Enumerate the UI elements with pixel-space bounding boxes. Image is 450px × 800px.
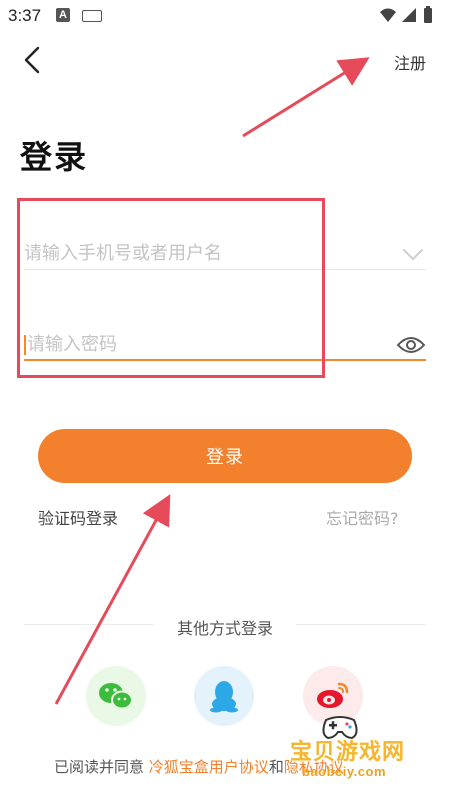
chevron-down-icon[interactable] <box>402 248 424 262</box>
notification-a-icon: A <box>56 8 70 22</box>
wechat-icon <box>99 683 133 710</box>
page-title: 登录 <box>20 138 89 176</box>
back-button[interactable] <box>18 42 48 78</box>
chevron-left-icon <box>24 46 40 74</box>
register-link[interactable]: 注册 <box>394 50 426 74</box>
status-icons <box>378 6 438 26</box>
annotation-highlight-box <box>17 198 325 378</box>
weibo-icon <box>317 682 349 708</box>
weibo-login-button[interactable] <box>303 666 363 726</box>
agreement-prefix: 已阅读并同意 <box>54 758 145 776</box>
privacy-agreement-link[interactable]: 隐私协议 <box>284 758 344 776</box>
forgot-password-link[interactable]: 忘记密码? <box>326 505 399 529</box>
status-time: 3:37 <box>8 6 42 25</box>
login-button[interactable]: 登录 <box>38 429 412 483</box>
arrow-to-register <box>242 57 370 138</box>
wifi-signal-battery-icons <box>380 6 432 23</box>
other-login-label: 其他方式登录 <box>176 619 273 638</box>
login-screen: 3:37 A 注册 登录 请输入手机号或者用户名 登录 验证码登录 忘记密码? … <box>0 0 450 800</box>
qq-icon <box>210 681 238 713</box>
keyboard-icon <box>82 10 102 22</box>
battery-icon <box>424 8 432 23</box>
wifi-icon <box>380 8 396 22</box>
user-agreement-link[interactable]: 冷狐宝盒用户协议 <box>149 758 269 776</box>
sms-code-login-link[interactable]: 验证码登录 <box>38 505 118 529</box>
agreement-text: 已阅读并同意 冷狐宝盒用户协议和隐私协议 <box>54 756 344 777</box>
eye-icon[interactable] <box>396 335 426 355</box>
qq-login-button[interactable] <box>194 666 254 726</box>
agreement-connector: 和 <box>268 758 284 776</box>
signal-icon <box>402 8 416 22</box>
status-bar: 3:37 A <box>0 0 450 32</box>
wechat-login-button[interactable] <box>86 666 146 726</box>
